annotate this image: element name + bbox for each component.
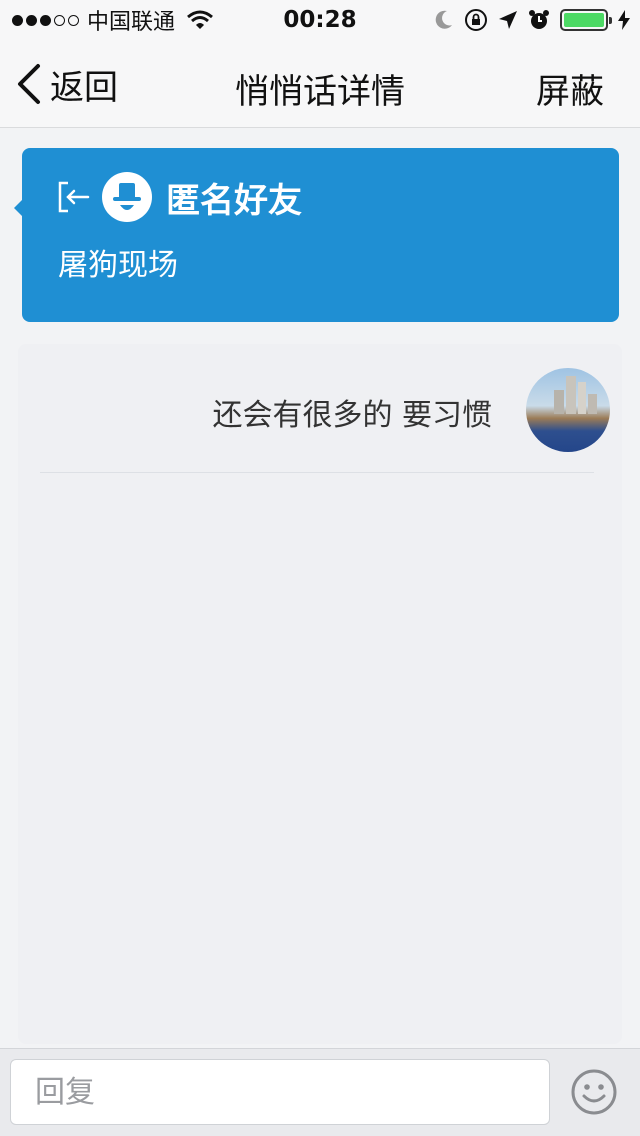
emoji-icon[interactable] <box>570 1068 618 1116</box>
rotation-lock-icon <box>465 9 487 31</box>
wifi-icon <box>187 10 213 29</box>
message-card: 匿名好友 屠狗现场 <box>14 148 619 322</box>
charging-icon <box>618 10 630 30</box>
reply-text: 还会有很多的 要习惯 <box>212 398 492 433</box>
sender-name: 匿名好友 <box>166 180 302 221</box>
reply-input[interactable] <box>10 1059 550 1125</box>
hat-icon <box>113 183 141 210</box>
anonymous-avatar-icon <box>102 172 152 222</box>
reply-list: 还会有很多的 要习惯 <box>18 344 622 1044</box>
back-label: 返回 <box>50 67 118 108</box>
location-icon <box>499 11 517 29</box>
alarm-icon <box>529 10 549 29</box>
divider <box>40 472 594 473</box>
battery-icon <box>560 9 612 31</box>
signal-strength-icon <box>12 14 79 26</box>
input-bar <box>0 1048 640 1136</box>
back-button[interactable]: 返回 <box>14 60 118 108</box>
block-button[interactable]: 屏蔽 <box>536 64 604 113</box>
avatar[interactable] <box>526 368 610 452</box>
navigation-bar: 返回 悄悄话详情 屏蔽 <box>0 40 640 128</box>
enter-icon <box>58 181 90 213</box>
status-bar: 中国联通 00:28 <box>0 0 640 40</box>
list-item: 还会有很多的 要习惯 <box>18 344 622 473</box>
chevron-left-icon <box>18 64 40 104</box>
carrier-name: 中国联通 <box>87 10 176 35</box>
message-content: 屠狗现场 <box>58 248 178 283</box>
moon-icon <box>435 10 452 29</box>
